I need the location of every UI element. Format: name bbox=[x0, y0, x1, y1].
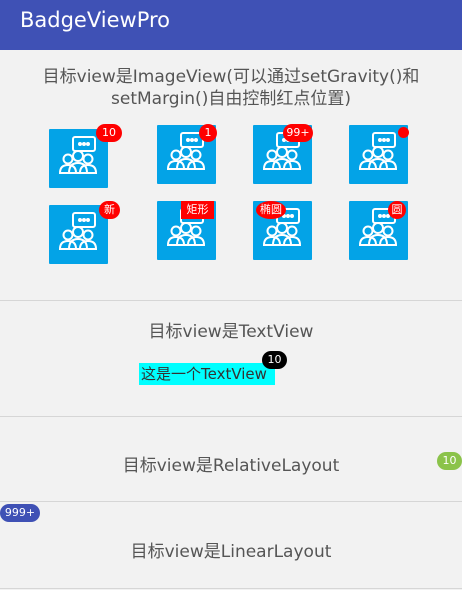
badge-rectangle: 矩形 bbox=[181, 201, 214, 219]
imageview-section-title: 目标view是ImageView(可以通过setGravity()和 setMa… bbox=[0, 66, 462, 110]
badge-dot bbox=[398, 127, 409, 138]
linearlayout-badge: 999+ bbox=[0, 504, 40, 522]
divider bbox=[0, 501, 462, 502]
badge-count-10: 10 bbox=[96, 124, 122, 142]
divider bbox=[0, 300, 462, 301]
target-textview[interactable]: 这是一个TextView bbox=[139, 363, 275, 385]
badge-ellipse: 椭圆 bbox=[256, 201, 286, 219]
imageview-title-line2: setMargin()自由控制红点位置) bbox=[111, 89, 351, 109]
app-title: BadgeViewPro bbox=[20, 8, 171, 32]
divider bbox=[0, 416, 462, 417]
imageview-title-line1: 目标view是ImageView(可以通过setGravity()和 bbox=[42, 67, 420, 87]
linearlayout-section-title: 目标view是LinearLayout bbox=[130, 542, 332, 562]
relativelayout-section-title: 目标view是RelativeLayout bbox=[122, 456, 340, 476]
app-bar: BadgeViewPro bbox=[0, 0, 462, 50]
divider bbox=[0, 588, 462, 589]
relativelayout-badge: 10 bbox=[437, 452, 462, 470]
textview-section-title: 目标view是TextView bbox=[148, 322, 314, 342]
badge-count-1: 1 bbox=[199, 124, 217, 142]
badge-circle: 圆 bbox=[388, 201, 406, 219]
textview-badge: 10 bbox=[262, 351, 287, 369]
badge-count-99plus: 99+ bbox=[283, 124, 313, 142]
badge-new: 新 bbox=[99, 201, 120, 219]
